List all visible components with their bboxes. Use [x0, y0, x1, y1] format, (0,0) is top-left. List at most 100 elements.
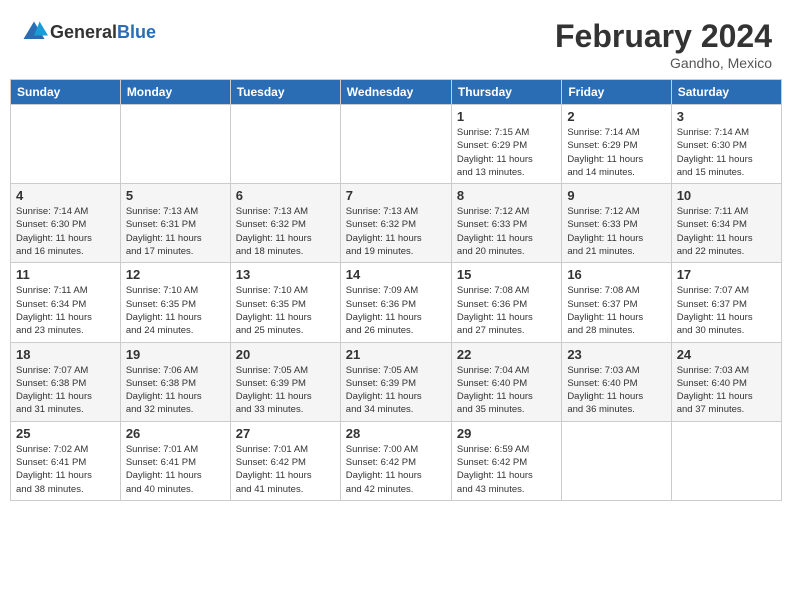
day-number: 24 — [677, 347, 776, 362]
day-info: Sunrise: 7:12 AM Sunset: 6:33 PM Dayligh… — [567, 205, 665, 258]
day-number: 19 — [126, 347, 225, 362]
day-info: Sunrise: 7:01 AM Sunset: 6:42 PM Dayligh… — [236, 443, 335, 496]
weekday-header-monday: Monday — [120, 80, 230, 105]
day-number: 10 — [677, 188, 776, 203]
day-info: Sunrise: 7:13 AM Sunset: 6:31 PM Dayligh… — [126, 205, 225, 258]
calendar-header: SundayMondayTuesdayWednesdayThursdayFrid… — [11, 80, 782, 105]
day-number: 6 — [236, 188, 335, 203]
calendar-cell: 13Sunrise: 7:10 AM Sunset: 6:35 PM Dayli… — [230, 263, 340, 342]
calendar-body: 1 Sunrise: 7:15 AM Sunset: 6:29 PM Daylig… — [11, 105, 782, 501]
day-number: 28 — [346, 426, 446, 441]
day-info: Sunrise: 7:03 AM Sunset: 6:40 PM Dayligh… — [677, 364, 776, 417]
day-info: Sunrise: 7:11 AM Sunset: 6:34 PM Dayligh… — [677, 205, 776, 258]
weekday-header-tuesday: Tuesday — [230, 80, 340, 105]
calendar-cell: 21Sunrise: 7:05 AM Sunset: 6:39 PM Dayli… — [340, 342, 451, 421]
day-info: Sunrise: 7:13 AM Sunset: 6:32 PM Dayligh… — [236, 205, 335, 258]
page-header: GeneralBlue February 2024 Gandho, Mexico — [10, 10, 782, 75]
day-info: Sunrise: 7:10 AM Sunset: 6:35 PM Dayligh… — [236, 284, 335, 337]
day-number: 1 — [457, 109, 556, 124]
calendar-cell: 14 Sunrise: 7:09 AM Sunset: 6:36 PM Dayli… — [340, 263, 451, 342]
calendar-cell: 2Sunrise: 7:14 AM Sunset: 6:29 PM Daylig… — [562, 105, 671, 184]
weekday-header-saturday: Saturday — [671, 80, 781, 105]
day-number: 29 — [457, 426, 556, 441]
calendar-cell: 27 Sunrise: 7:01 AM Sunset: 6:42 PM Dayli… — [230, 421, 340, 500]
day-info: Sunrise: 7:11 AM Sunset: 6:34 PM Dayligh… — [16, 284, 115, 337]
day-info: Sunrise: 7:06 AM Sunset: 6:38 PM Dayligh… — [126, 364, 225, 417]
calendar-cell — [230, 105, 340, 184]
calendar-cell: 29Sunrise: 6:59 AM Sunset: 6:42 PM Dayli… — [451, 421, 561, 500]
day-info: Sunrise: 7:00 AM Sunset: 6:42 PM Dayligh… — [346, 443, 446, 496]
calendar-cell: 6 Sunrise: 7:13 AM Sunset: 6:32 PM Daylig… — [230, 184, 340, 263]
day-number: 15 — [457, 267, 556, 282]
title-section: February 2024 Gandho, Mexico — [555, 18, 772, 71]
day-number: 20 — [236, 347, 335, 362]
day-info: Sunrise: 7:09 AM Sunset: 6:36 PM Dayligh… — [346, 284, 446, 337]
calendar-cell: 25 Sunrise: 7:02 AM Sunset: 6:41 PM Dayli… — [11, 421, 121, 500]
day-number: 22 — [457, 347, 556, 362]
day-number: 18 — [16, 347, 115, 362]
day-info: Sunrise: 7:08 AM Sunset: 6:37 PM Dayligh… — [567, 284, 665, 337]
calendar-cell: 18 Sunrise: 7:07 AM Sunset: 6:38 PM Dayli… — [11, 342, 121, 421]
day-info: Sunrise: 7:15 AM Sunset: 6:29 PM Dayligh… — [457, 126, 556, 179]
day-number: 14 — [346, 267, 446, 282]
day-info: Sunrise: 7:13 AM Sunset: 6:32 PM Dayligh… — [346, 205, 446, 258]
day-number: 3 — [677, 109, 776, 124]
day-info: Sunrise: 7:04 AM Sunset: 6:40 PM Dayligh… — [457, 364, 556, 417]
calendar-cell: 15 Sunrise: 7:08 AM Sunset: 6:36 PM Dayli… — [451, 263, 561, 342]
calendar-cell: 11 Sunrise: 7:11 AM Sunset: 6:34 PM Dayli… — [11, 263, 121, 342]
logo-blue-text: Blue — [117, 22, 156, 42]
day-info: Sunrise: 7:14 AM Sunset: 6:29 PM Dayligh… — [567, 126, 665, 179]
day-info: Sunrise: 7:08 AM Sunset: 6:36 PM Dayligh… — [457, 284, 556, 337]
day-info: Sunrise: 7:14 AM Sunset: 6:30 PM Dayligh… — [16, 205, 115, 258]
calendar-cell — [340, 105, 451, 184]
day-number: 12 — [126, 267, 225, 282]
day-number: 16 — [567, 267, 665, 282]
day-number: 25 — [16, 426, 115, 441]
day-info: Sunrise: 7:12 AM Sunset: 6:33 PM Dayligh… — [457, 205, 556, 258]
calendar-cell: 3 Sunrise: 7:14 AM Sunset: 6:30 PM Daylig… — [671, 105, 781, 184]
day-number: 21 — [346, 347, 446, 362]
day-info: Sunrise: 7:07 AM Sunset: 6:38 PM Dayligh… — [16, 364, 115, 417]
day-number: 5 — [126, 188, 225, 203]
day-info: Sunrise: 7:10 AM Sunset: 6:35 PM Dayligh… — [126, 284, 225, 337]
calendar-cell: 20 Sunrise: 7:05 AM Sunset: 6:39 PM Dayli… — [230, 342, 340, 421]
day-number: 11 — [16, 267, 115, 282]
calendar-week-row: 11 Sunrise: 7:11 AM Sunset: 6:34 PM Dayli… — [11, 263, 782, 342]
calendar-cell: 28 Sunrise: 7:00 AM Sunset: 6:42 PM Dayli… — [340, 421, 451, 500]
calendar-cell: 1 Sunrise: 7:15 AM Sunset: 6:29 PM Daylig… — [451, 105, 561, 184]
logo-general-text: General — [50, 22, 117, 42]
day-info: Sunrise: 7:02 AM Sunset: 6:41 PM Dayligh… — [16, 443, 115, 496]
calendar-cell: 10 Sunrise: 7:11 AM Sunset: 6:34 PM Dayli… — [671, 184, 781, 263]
month-year-title: February 2024 — [555, 18, 772, 55]
weekday-header-thursday: Thursday — [451, 80, 561, 105]
weekday-header-wednesday: Wednesday — [340, 80, 451, 105]
day-number: 26 — [126, 426, 225, 441]
logo: GeneralBlue — [20, 18, 156, 46]
day-info: Sunrise: 7:07 AM Sunset: 6:37 PM Dayligh… — [677, 284, 776, 337]
calendar-cell: 26 Sunrise: 7:01 AM Sunset: 6:41 PM Dayli… — [120, 421, 230, 500]
calendar-week-row: 25 Sunrise: 7:02 AM Sunset: 6:41 PM Dayli… — [11, 421, 782, 500]
logo-icon — [20, 18, 48, 46]
calendar-cell: 17 Sunrise: 7:07 AM Sunset: 6:37 PM Dayli… — [671, 263, 781, 342]
day-number: 17 — [677, 267, 776, 282]
calendar-cell: 19 Sunrise: 7:06 AM Sunset: 6:38 PM Dayli… — [120, 342, 230, 421]
calendar-cell: 22 Sunrise: 7:04 AM Sunset: 6:40 PM Dayli… — [451, 342, 561, 421]
day-number: 27 — [236, 426, 335, 441]
day-number: 4 — [16, 188, 115, 203]
day-info: Sunrise: 7:03 AM Sunset: 6:40 PM Dayligh… — [567, 364, 665, 417]
weekday-header-sunday: Sunday — [11, 80, 121, 105]
day-info: Sunrise: 7:14 AM Sunset: 6:30 PM Dayligh… — [677, 126, 776, 179]
calendar-cell: 23Sunrise: 7:03 AM Sunset: 6:40 PM Dayli… — [562, 342, 671, 421]
calendar-cell: 16 Sunrise: 7:08 AM Sunset: 6:37 PM Dayli… — [562, 263, 671, 342]
day-info: Sunrise: 7:01 AM Sunset: 6:41 PM Dayligh… — [126, 443, 225, 496]
day-number: 7 — [346, 188, 446, 203]
day-info: Sunrise: 7:05 AM Sunset: 6:39 PM Dayligh… — [236, 364, 335, 417]
weekday-header-row: SundayMondayTuesdayWednesdayThursdayFrid… — [11, 80, 782, 105]
calendar-cell — [11, 105, 121, 184]
calendar-cell: 24 Sunrise: 7:03 AM Sunset: 6:40 PM Dayli… — [671, 342, 781, 421]
calendar-week-row: 4 Sunrise: 7:14 AM Sunset: 6:30 PM Daylig… — [11, 184, 782, 263]
calendar-cell — [120, 105, 230, 184]
calendar-cell — [562, 421, 671, 500]
calendar-week-row: 1 Sunrise: 7:15 AM Sunset: 6:29 PM Daylig… — [11, 105, 782, 184]
day-number: 9 — [567, 188, 665, 203]
